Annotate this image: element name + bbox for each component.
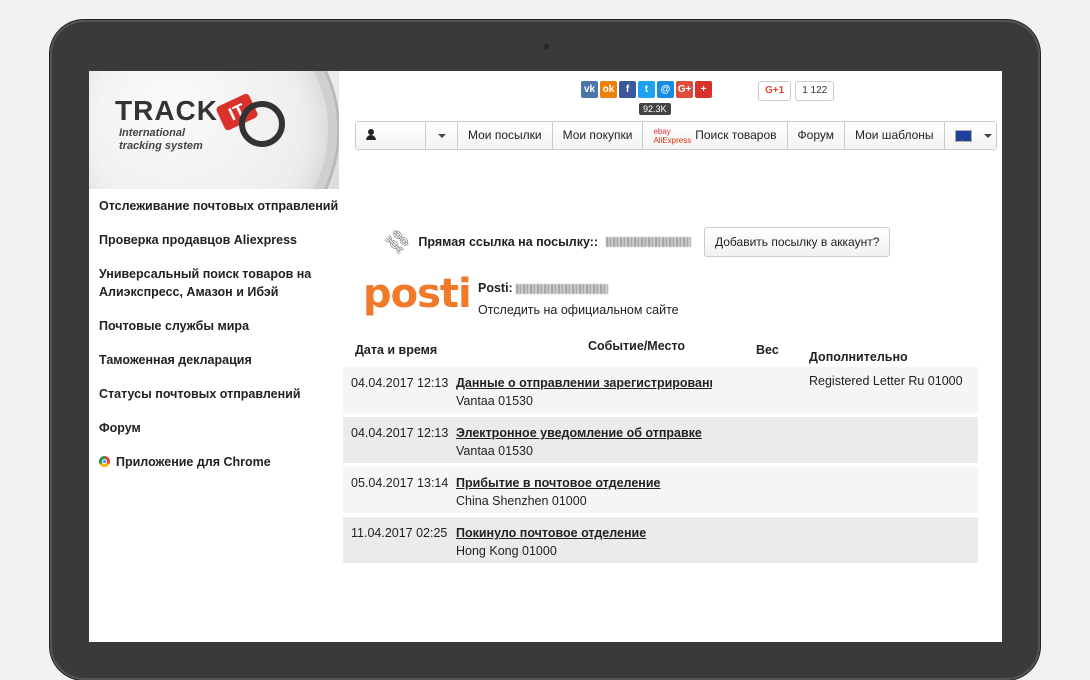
carrier-label: Posti: — [478, 281, 513, 295]
user-icon — [366, 129, 376, 140]
more-share-icon[interactable]: + — [695, 81, 712, 98]
table-row: 04.04.2017 12:13 Данные о отправлении за… — [343, 367, 978, 413]
table-row: 05.04.2017 13:14 Прибытие в почтовое отд… — [343, 467, 978, 513]
logo-area[interactable]: TRACK IT International tracking system — [89, 71, 339, 189]
row-extra: Registered Letter Ru 01000 — [809, 374, 963, 388]
logo-subtitle-line1: International — [119, 127, 186, 139]
twitter-icon[interactable]: t — [638, 81, 655, 98]
chain-link-icon: ⛓ — [381, 225, 415, 259]
row-extra — [809, 417, 978, 463]
header-weight: Вес — [756, 343, 779, 357]
header-event: Событие/Место — [588, 339, 686, 353]
tracking-table: Дата и время Событие/Место Вес Дополните… — [343, 337, 978, 563]
row-event-cell: Покинуло почтовое отделение Hong Kong 01… — [456, 517, 756, 563]
gplus-widget: G+1 1 122 — [758, 81, 835, 101]
row-place: China Shenzhen 01000 — [456, 494, 587, 508]
tracking-number-blurred[interactable] — [606, 236, 692, 247]
user-dropdown[interactable] — [356, 122, 426, 149]
posti-logo: posti — [363, 271, 472, 317]
eu-flag-icon — [954, 128, 972, 155]
sidebar-item-chrome-label: Приложение для Chrome — [116, 455, 271, 469]
header-extra: Дополнительно — [809, 350, 908, 364]
row-extra — [809, 517, 978, 563]
row-event[interactable]: Электронное уведомление об отправке — [456, 424, 756, 442]
aliexpress-logo-text: AliExpress — [653, 135, 692, 145]
row-date: 04.04.2017 12:13 — [351, 376, 449, 390]
row-event[interactable]: Покинуло почтовое отделение — [456, 524, 756, 542]
social-share-bar: vk ok f t @ G+ + — [581, 81, 712, 98]
direct-link-label: Прямая ссылка на посылку:: — [418, 234, 599, 249]
nav-my-purchases[interactable]: Мои покупки — [552, 122, 644, 149]
sidebar-item-product-search[interactable]: Универсальный поиск товаров на Алиэкспре… — [99, 265, 344, 301]
logo-subtitle-line2: tracking system — [119, 140, 203, 152]
row-event-cell: Электронное уведомление об отправке Vant… — [456, 417, 756, 463]
sidebar-item-seller-check[interactable]: Проверка продавцов Aliexpress — [99, 231, 344, 249]
carrier-info: Posti: Отследить на официальном сайте — [478, 277, 679, 321]
nav-my-parcels[interactable]: Мои посылки — [458, 122, 553, 149]
row-weight — [756, 467, 809, 513]
row-date: 05.04.2017 13:14 — [351, 476, 449, 490]
sidebar-item-customs[interactable]: Таможенная декларация — [99, 351, 344, 369]
table-row: 04.04.2017 12:13 Электронное уведомление… — [343, 417, 978, 463]
vk-icon[interactable]: vk — [581, 81, 598, 98]
user-dropdown-toggle[interactable] — [426, 122, 458, 149]
add-parcel-button[interactable]: Добавить посылку в аккаунт? — [704, 227, 891, 257]
row-place: Hong Kong 01000 — [456, 544, 557, 558]
sidebar-menu: Отслеживание почтовых отправлений Провер… — [99, 197, 344, 487]
sidebar-item-postal-services[interactable]: Почтовые службы мира — [99, 317, 344, 335]
row-date: 11.04.2017 02:25 — [351, 526, 448, 540]
sidebar-item-chrome-app[interactable]: Приложение для Chrome — [99, 453, 344, 471]
table-row: 11.04.2017 02:25 Покинуло почтовое отдел… — [343, 517, 978, 563]
facebook-icon[interactable]: f — [619, 81, 636, 98]
logo-subtitle: International tracking system — [119, 127, 203, 153]
official-site-link[interactable]: Отследить на официальном сайте — [478, 299, 679, 321]
carrier-tracking-blurred — [516, 283, 609, 294]
header-date: Дата и время — [355, 343, 438, 357]
row-weight — [756, 517, 809, 563]
direct-link-row: ⛓ Прямая ссылка на посылку:: — [381, 225, 692, 259]
nav-forum[interactable]: Форум — [787, 122, 845, 149]
chevron-down-icon — [983, 133, 992, 138]
sidebar-item-statuses[interactable]: Статусы почтовых отправлений — [99, 385, 344, 403]
top-nav: Мои посылки Мои покупки ebay AliExpress По… — [355, 121, 997, 155]
sidebar-item-tracking[interactable]: Отслеживание почтовых отправлений — [99, 197, 344, 215]
row-event[interactable]: Прибытие в почтовое отделение — [456, 474, 756, 492]
row-place: Vantaa 01530 — [456, 394, 533, 408]
row-extra — [809, 467, 978, 513]
sidebar-item-forum[interactable]: Форум — [99, 419, 344, 437]
share-count-tooltip: 92.3K — [639, 103, 671, 115]
carrier-line: Posti: — [478, 277, 679, 299]
browser-screen: TRACK IT International tracking system О… — [89, 71, 1002, 642]
ok-icon[interactable]: ok — [600, 81, 617, 98]
logo-ring-icon — [239, 101, 285, 147]
row-event-cell: Прибытие в почтовое отделение China Shen… — [456, 467, 756, 513]
language-dropdown[interactable] — [944, 122, 996, 155]
row-place: Vantaa 01530 — [456, 444, 533, 458]
row-event-cell: Данные о отправлении зарегистрированы Va… — [456, 367, 756, 413]
chevron-down-icon — [437, 133, 446, 138]
gplus-button[interactable]: G+1 — [758, 81, 792, 101]
mailru-icon[interactable]: @ — [657, 81, 674, 98]
nav-product-search[interactable]: ebay AliExpress Поиск товаров — [643, 122, 788, 149]
row-weight — [756, 367, 809, 413]
ebay-aliexpress-icon: ebay AliExpress — [653, 127, 691, 145]
logo-track-text: TRACK — [115, 95, 218, 126]
gplus-count: 1 122 — [795, 81, 835, 101]
gplus-share-icon[interactable]: G+ — [676, 81, 693, 98]
row-event[interactable]: Данные о отправлении зарегистрированы — [456, 374, 712, 392]
camera-dot — [543, 43, 550, 50]
row-weight — [756, 417, 809, 463]
row-date: 04.04.2017 12:13 — [351, 426, 449, 440]
nav-my-templates[interactable]: Мои шаблоны — [844, 122, 945, 149]
nav-product-search-label: Поиск товаров — [695, 128, 777, 142]
sidebar: TRACK IT International tracking system О… — [89, 71, 339, 642]
ebay-logo-text: ebay — [653, 126, 671, 136]
table-header: Дата и время Событие/Место Вес Дополните… — [343, 337, 978, 364]
chrome-icon — [99, 456, 110, 467]
